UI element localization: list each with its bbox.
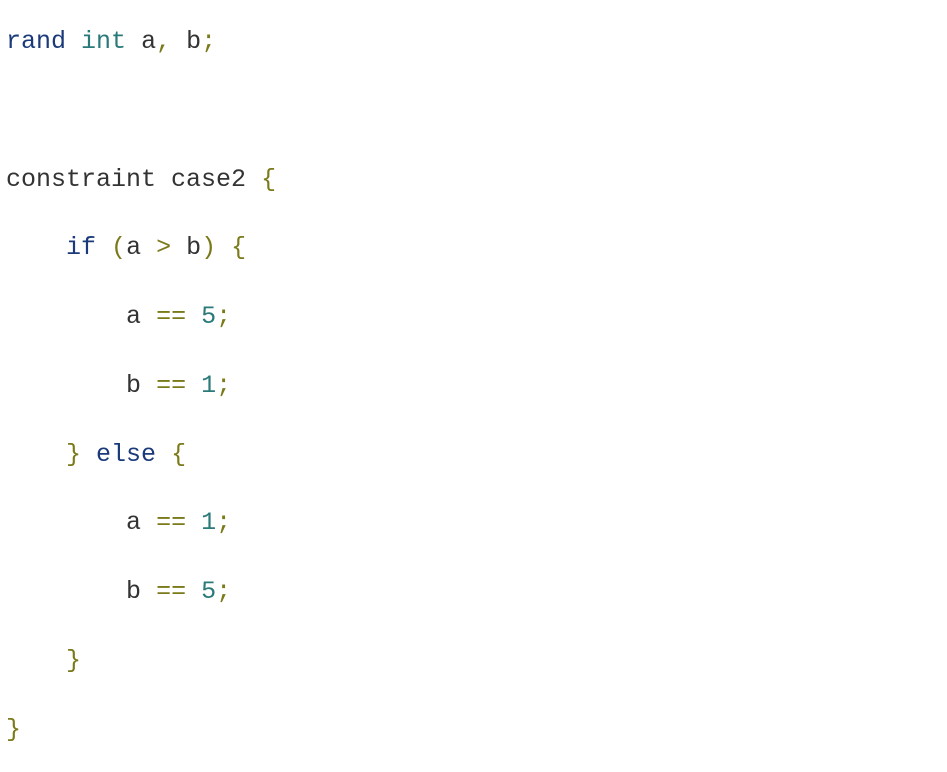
greater-than: > — [156, 233, 171, 262]
open-brace: { — [231, 233, 246, 262]
semicolon: ; — [201, 27, 216, 56]
equals-operator: == — [156, 371, 186, 400]
constraint-name: case2 — [171, 165, 246, 194]
code-line-6: b == 1; — [6, 371, 231, 400]
number-5: 5 — [201, 577, 216, 606]
open-brace: { — [171, 440, 186, 469]
code-line-3: constraint case2 { — [6, 165, 276, 194]
code-line-7: } else { — [6, 440, 186, 469]
code-line-5: a == 5; — [6, 302, 231, 331]
indent — [6, 440, 66, 469]
type-int: int — [81, 27, 126, 56]
var-b: b — [186, 233, 201, 262]
indent — [6, 371, 126, 400]
code-line-4: if (a > b) { — [6, 233, 246, 262]
var-b: b — [186, 27, 201, 56]
keyword-else: else — [96, 440, 156, 469]
semicolon: ; — [216, 302, 231, 331]
code-line-9: b == 5; — [6, 577, 231, 606]
var-b: b — [126, 577, 141, 606]
code-line-11: } — [6, 715, 21, 744]
semicolon: ; — [216, 508, 231, 537]
number-1: 1 — [201, 508, 216, 537]
code-block: rand int a, b; constraint case2 { if (a … — [6, 8, 941, 764]
code-line-10: } — [6, 646, 81, 675]
equals-operator: == — [156, 508, 186, 537]
indent — [6, 577, 126, 606]
keyword-rand: rand — [6, 27, 66, 56]
equals-operator: == — [156, 302, 186, 331]
indent — [6, 508, 126, 537]
open-brace: { — [261, 165, 276, 194]
close-brace: } — [66, 440, 81, 469]
indent — [6, 646, 66, 675]
var-a: a — [126, 508, 141, 537]
code-line-8: a == 1; — [6, 508, 231, 537]
close-brace: } — [6, 715, 21, 744]
code-line-2 — [6, 96, 21, 125]
semicolon: ; — [216, 577, 231, 606]
indent — [6, 233, 66, 262]
close-brace: } — [66, 646, 81, 675]
var-a: a — [126, 302, 141, 331]
var-a: a — [126, 233, 141, 262]
open-paren: ( — [111, 233, 126, 262]
number-5: 5 — [201, 302, 216, 331]
equals-operator: == — [156, 577, 186, 606]
keyword-if: if — [66, 233, 96, 262]
code-line-1: rand int a, b; — [6, 27, 216, 56]
keyword-constraint: constraint — [6, 165, 156, 194]
number-1: 1 — [201, 371, 216, 400]
var-a: a — [141, 27, 156, 56]
comma: , — [156, 27, 171, 56]
indent — [6, 302, 126, 331]
var-b: b — [126, 371, 141, 400]
close-paren: ) — [201, 233, 216, 262]
semicolon: ; — [216, 371, 231, 400]
